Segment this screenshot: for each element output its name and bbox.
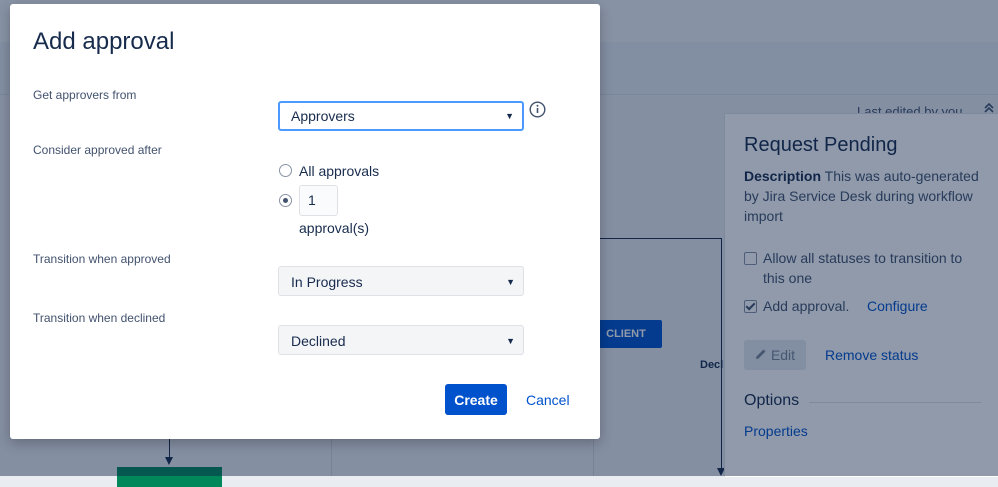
get-approvers-select[interactable]: Approvers ▼ [278, 101, 524, 131]
get-approvers-value: Approvers [291, 108, 355, 124]
add-approval-dialog: Add approval Get approvers from Approver… [10, 4, 600, 439]
all-approvals-label: All approvals [299, 163, 380, 179]
approval-count-input[interactable]: 1 [299, 185, 338, 216]
approval-count-suffix: approval(s) [299, 220, 370, 236]
transition-declined-select[interactable]: Declined ▼ [278, 325, 524, 355]
chevron-down-icon: ▼ [506, 277, 515, 287]
consider-approved-label: Consider approved after [33, 143, 162, 157]
transition-approved-value: In Progress [291, 274, 363, 290]
chevron-down-icon: ▼ [506, 336, 515, 346]
transition-declined-value: Declined [291, 333, 346, 349]
info-icon[interactable] [529, 101, 546, 118]
dialog-title: Add approval [33, 28, 175, 55]
create-button[interactable]: Create [445, 384, 507, 415]
all-approvals-radio[interactable] [279, 164, 292, 177]
approval-count-radio[interactable] [279, 194, 292, 207]
transition-declined-label: Transition when declined [33, 311, 166, 325]
cancel-button[interactable]: Cancel [526, 392, 570, 408]
transition-approved-select[interactable]: In Progress ▼ [278, 266, 524, 296]
get-approvers-label: Get approvers from [33, 88, 137, 102]
chevron-down-icon: ▼ [505, 111, 514, 121]
transition-approved-label: Transition when approved [33, 252, 171, 266]
